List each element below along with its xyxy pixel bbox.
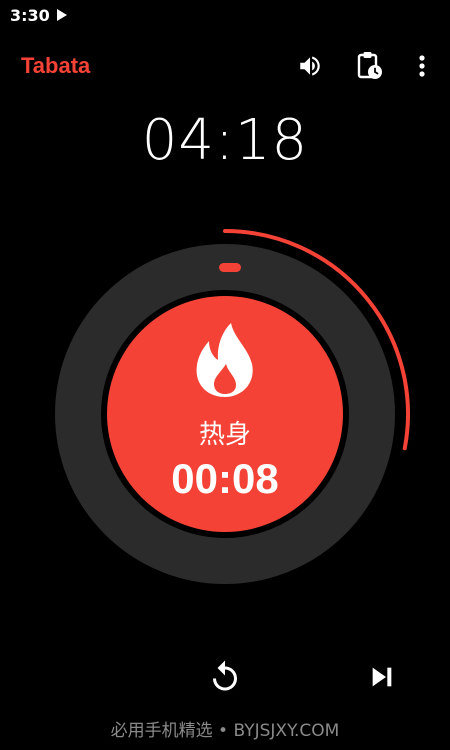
play-icon (57, 9, 67, 21)
skip-next-button[interactable] (360, 655, 404, 699)
ring-indicator-dot (219, 263, 241, 272)
watermark: 必用手机精选 • BYJSJXY.COM (110, 721, 340, 741)
fire-icon (196, 323, 253, 397)
total-time: 04:18 (141, 108, 309, 173)
phase-label: 热身 (198, 420, 251, 450)
more-options-button[interactable] (406, 50, 438, 82)
app-title: Tabata (21, 53, 91, 78)
timer-ring (55, 229, 410, 584)
reset-icon (213, 660, 237, 691)
skip-next-icon (372, 667, 392, 687)
phase-timer: 00:08 (171, 455, 279, 502)
app-bar: Tabata (0, 40, 450, 92)
volume-icon (300, 56, 320, 76)
schedule-button[interactable] (354, 50, 386, 82)
clipboard-clock-icon (357, 52, 382, 79)
reset-button[interactable] (203, 655, 247, 699)
status-bar: 3:30 (0, 0, 450, 32)
status-time: 3:30 (10, 6, 50, 25)
more-vert-icon (419, 55, 425, 77)
volume-button[interactable] (294, 50, 326, 82)
